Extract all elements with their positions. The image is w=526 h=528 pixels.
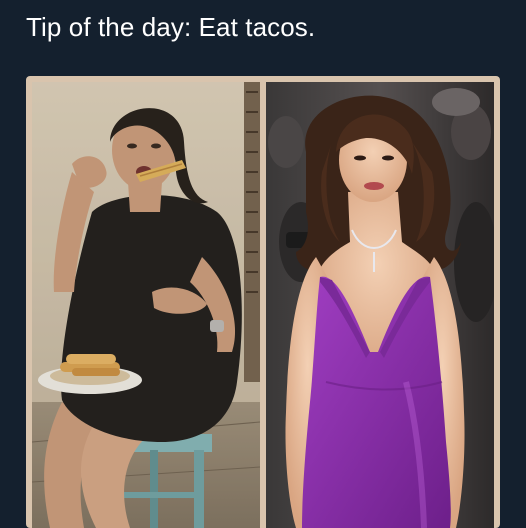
caption: Tip of the day: Eat tacos. [26, 12, 316, 42]
photo-eating-tacos [32, 82, 260, 528]
vintage-photo-illustration [32, 82, 260, 528]
photo-red-carpet [266, 82, 494, 528]
photo-collage [26, 76, 500, 528]
red-carpet-illustration [266, 82, 494, 528]
